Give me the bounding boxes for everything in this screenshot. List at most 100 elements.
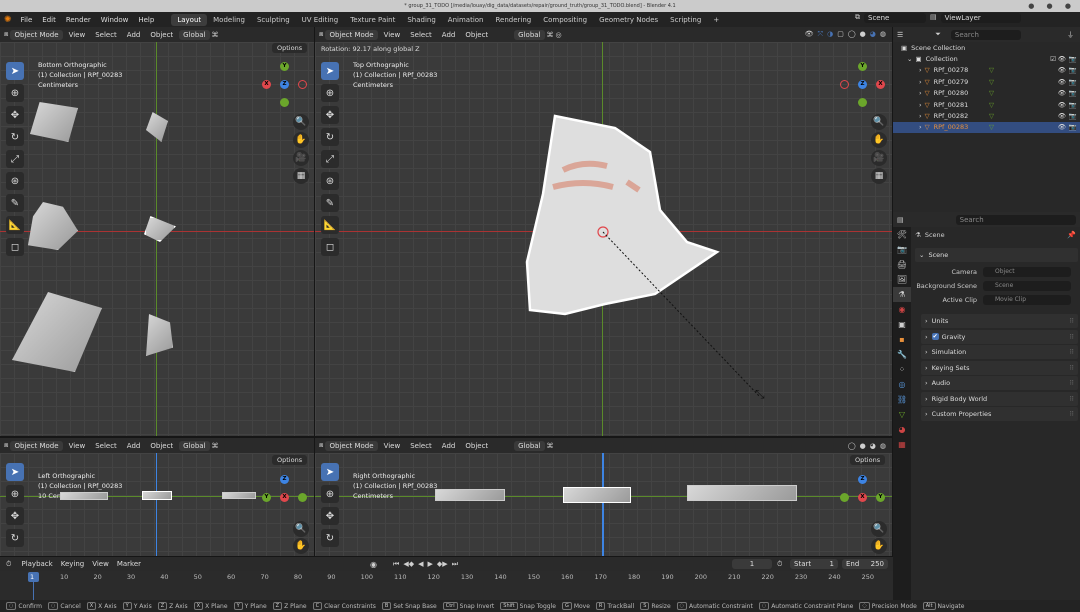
add-workspace-button[interactable]: + <box>707 14 725 26</box>
pin-icon[interactable]: 📌 <box>1067 231 1076 239</box>
workspace-tab-geometry-nodes[interactable]: Geometry Nodes <box>593 14 664 26</box>
snap-icon[interactable]: ⌘ <box>212 31 219 39</box>
chevron-down-icon[interactable]: ⌄ <box>907 55 912 63</box>
shading-rendered-icon[interactable]: ◍ <box>880 30 886 39</box>
scale-tool-icon[interactable]: ⤢ <box>321 150 339 168</box>
ortho-grid-icon[interactable]: ▦ <box>871 168 887 184</box>
drag-handle-icon[interactable]: ⠿ <box>1069 348 1074 356</box>
scale-tool-icon[interactable]: ⤢ <box>6 150 24 168</box>
jump-end-icon[interactable]: ⏭ <box>452 560 458 569</box>
measure-tool-icon[interactable]: 📐 <box>6 216 24 234</box>
rotate-tool-icon[interactable]: ↻ <box>321 529 339 547</box>
world-tab-icon[interactable]: ◉ <box>893 302 911 317</box>
shading-material-icon[interactable]: ◕ <box>870 442 876 450</box>
panel-section-header[interactable]: › Simulation ⠿ <box>921 345 1078 359</box>
panel-section-header[interactable]: › Custom Properties ⠿ <box>921 407 1078 421</box>
camera-icon[interactable]: 📷 <box>1069 101 1077 109</box>
physics-tab-icon[interactable]: ◎ <box>893 377 911 392</box>
start-frame-field[interactable]: Start 1 <box>790 559 838 569</box>
options-button[interactable]: Options <box>272 455 308 465</box>
menu-window[interactable]: Window <box>96 16 134 24</box>
drag-handle-icon[interactable]: ⠿ <box>1069 395 1074 403</box>
viewport-top-left[interactable]: Bottom Orthographic (1) Collection | RPf… <box>0 42 314 436</box>
panel-section-header[interactable]: › Units ⠿ <box>921 314 1078 328</box>
mode-selector[interactable]: Object Mode <box>325 29 378 40</box>
eye-icon[interactable]: 👁 <box>1058 55 1066 63</box>
transform-tool-icon[interactable]: ⊛ <box>6 172 24 190</box>
data-tab-icon[interactable]: ▽ <box>893 407 911 422</box>
zoom-icon[interactable]: 🔍 <box>293 521 309 537</box>
gizmo-neg-x[interactable] <box>840 80 849 89</box>
transform-orientation-selector[interactable]: Global <box>179 440 210 451</box>
outliner-row-object[interactable]: › ▽ RPf_00279 ▽ 👁 📷 <box>893 76 1080 87</box>
menu-render[interactable]: Render <box>61 16 96 24</box>
menu-view[interactable]: View <box>380 31 405 39</box>
ortho-grid-icon[interactable]: ▦ <box>293 168 309 184</box>
move-tool-icon[interactable]: ✥ <box>6 106 24 124</box>
select-tool-icon[interactable]: ➤ <box>6 62 24 80</box>
outliner-row-object[interactable]: › ▽ RPf_00282 ▽ 👁 📷 <box>893 110 1080 121</box>
menu-add[interactable]: Add <box>123 31 145 39</box>
mode-selector[interactable]: Object Mode <box>10 29 63 40</box>
panel-section-header[interactable]: › Rigid Body World ⠿ <box>921 391 1078 406</box>
panel-section-header[interactable]: › Keying Sets ⠿ <box>921 360 1078 375</box>
select-tool-icon[interactable]: ➤ <box>6 463 24 481</box>
collection-tab-icon[interactable]: ▣ <box>893 317 911 332</box>
gizmo-z-axis[interactable]: Z <box>280 475 289 484</box>
annotate-tool-icon[interactable]: ✎ <box>6 194 24 212</box>
measure-tool-icon[interactable]: 📐 <box>321 216 339 234</box>
menu-edit[interactable]: Edit <box>37 16 61 24</box>
outliner-row-collection[interactable]: ⌄ ▣ Collection ☑ 👁 📷 <box>893 53 1080 64</box>
gizmo-z-axis[interactable]: Z <box>858 80 867 89</box>
add-cube-tool-icon[interactable]: ◻ <box>6 238 24 256</box>
gizmo-toggle-icon[interactable]: ⤧ <box>817 30 823 39</box>
play-icon[interactable]: ▶ <box>428 560 433 569</box>
material-tab-icon[interactable]: ◕ <box>893 422 911 437</box>
viewport-bottom-right[interactable]: Right Orthographic (1) Collection | RPf_… <box>315 453 892 556</box>
cursor-tool-icon[interactable]: ⊕ <box>6 84 24 102</box>
eye-icon[interactable]: 👁 <box>1058 78 1066 86</box>
workspace-tab-texture-paint[interactable]: Texture Paint <box>344 14 401 26</box>
rotate-tool-icon[interactable]: ↻ <box>321 128 339 146</box>
workspace-tab-uv-editing[interactable]: UV Editing <box>296 14 345 26</box>
snap-icon[interactable]: ⌘ <box>547 31 554 39</box>
shading-wire-icon[interactable]: ◯ <box>848 442 856 450</box>
visibility-icon[interactable]: 👁 <box>805 30 814 39</box>
camera-view-icon[interactable]: 🎥 <box>871 150 887 166</box>
snap-icon[interactable]: ⌘ <box>547 442 554 450</box>
timeline-area[interactable]: 1 10 20 30 40 50 60 70 80 90 100 110 120 130 140 150 160… <box>0 571 893 600</box>
xray-icon[interactable]: ▢ <box>837 30 844 39</box>
modifier-tab-icon[interactable]: 🔧 <box>893 347 911 362</box>
menu-view[interactable]: View <box>65 442 90 450</box>
outliner-row-object[interactable]: › ▽ RPf_00281 ▽ 👁 📷 <box>893 99 1080 110</box>
editor-type-icon[interactable]: ⧈ <box>4 441 8 450</box>
mode-selector[interactable]: Object Mode <box>10 440 63 451</box>
camera-icon[interactable]: 📷 <box>1069 78 1077 86</box>
menu-object[interactable]: Object <box>461 442 492 450</box>
fragment-mesh-selected[interactable] <box>563 487 631 503</box>
camera-icon[interactable]: 📷 <box>1069 112 1077 120</box>
workspace-tab-animation[interactable]: Animation <box>442 14 490 26</box>
move-tool-icon[interactable]: ✥ <box>6 507 24 525</box>
zoom-icon[interactable]: 🔍 <box>871 114 887 130</box>
transform-orientation-selector[interactable]: Global <box>514 440 545 451</box>
move-tool-icon[interactable]: ✥ <box>321 106 339 124</box>
outliner-row-object[interactable]: › ▽ RPf_00283 ▽ 👁 📷 <box>893 121 1080 134</box>
editor-type-icon[interactable]: ⧈ <box>4 30 8 39</box>
editor-type-icon[interactable]: ☰ <box>897 31 903 39</box>
viewport-main[interactable]: Rotation: 92.17 along global Z Top Ortho… <box>315 42 892 436</box>
jump-start-icon[interactable]: ⏮ <box>393 560 399 569</box>
play-reverse-icon[interactable]: ◀ <box>418 560 423 569</box>
move-tool-icon[interactable]: ✥ <box>321 507 339 525</box>
menu-select[interactable]: Select <box>406 442 436 450</box>
gizmo-x-axis[interactable]: X <box>262 80 271 89</box>
shading-solid-icon[interactable]: ● <box>860 442 866 450</box>
camera-icon[interactable]: 📷 <box>1069 123 1077 131</box>
outliner-row-scene-collection[interactable]: ▣ Scene Collection <box>893 42 1080 53</box>
gizmo-z-axis[interactable]: Z <box>280 80 289 89</box>
gizmo-neg-y[interactable] <box>840 493 849 502</box>
gizmo-y-axis[interactable]: Y <box>280 62 289 71</box>
camera-icon[interactable]: 📷 <box>1069 55 1077 63</box>
drag-handle-icon[interactable]: ⠿ <box>1069 317 1074 325</box>
menu-object[interactable]: Object <box>461 31 492 39</box>
